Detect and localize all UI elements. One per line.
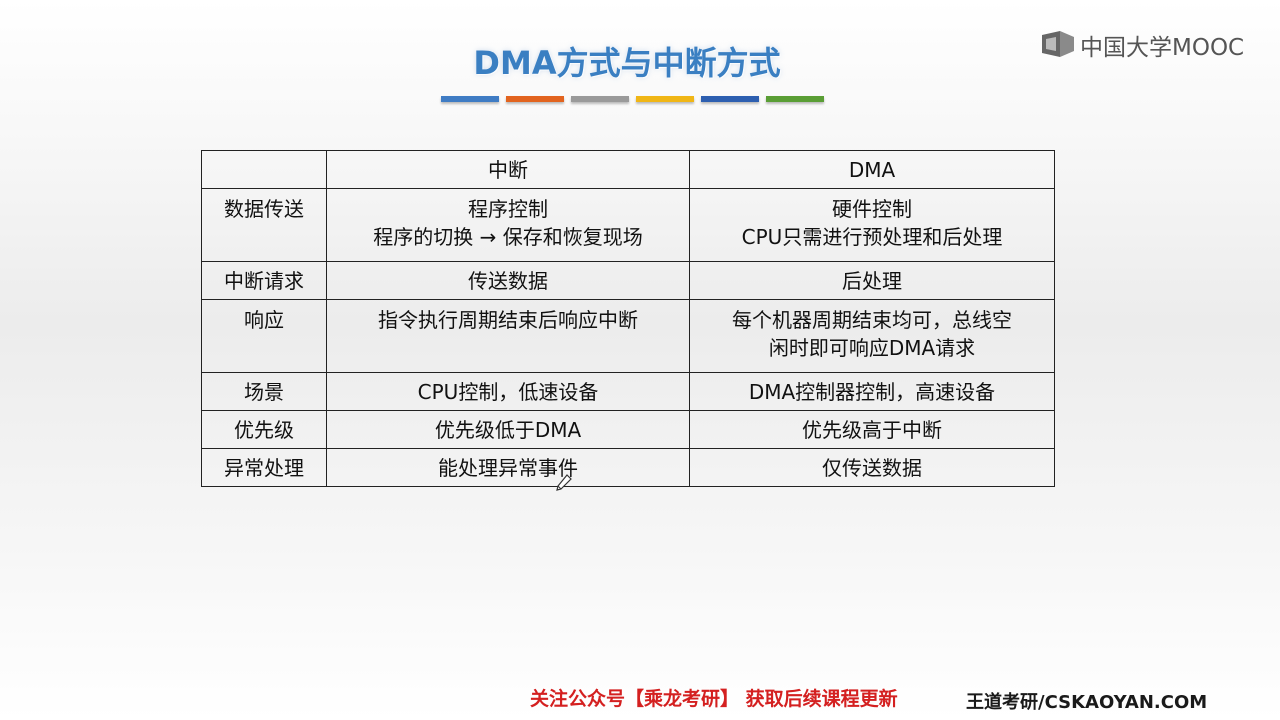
row-label: 响应 bbox=[201, 299, 327, 373]
row-label: 异常处理 bbox=[201, 448, 327, 487]
interrupt-cell: 程序控制 程序的切换 → 保存和恢复现场 bbox=[326, 188, 690, 262]
row-label-text: 数据传送 bbox=[224, 197, 304, 221]
row-label-text: 响应 bbox=[244, 308, 284, 332]
dma-cell: 优先级高于中断 bbox=[689, 410, 1055, 449]
table-row: 异常处理 能处理异常事件 仅传送数据 bbox=[201, 448, 1055, 487]
title-accent-bars bbox=[441, 96, 824, 102]
pen-cursor-icon bbox=[556, 474, 572, 496]
dma-cell: DMA控制器控制，高速设备 bbox=[689, 372, 1055, 411]
table-row: 场景 CPU控制，低速设备 DMA控制器控制，高速设备 bbox=[201, 372, 1055, 411]
footer-site-text: 王道考研/CSKAOYAN.COM bbox=[966, 692, 1208, 713]
cell-line: 指令执行周期结束后响应中断 bbox=[378, 308, 638, 332]
table-row: 响应 指令执行周期结束后响应中断 每个机器周期结束均可，总线空 闲时即可响应DM… bbox=[201, 299, 1055, 373]
cell-line: 程序控制 bbox=[468, 197, 548, 221]
cell-line: 硬件控制 bbox=[832, 197, 912, 221]
interrupt-cell: CPU控制，低速设备 bbox=[326, 372, 690, 411]
accent-bar bbox=[506, 96, 564, 102]
interrupt-cell: 指令执行周期结束后响应中断 bbox=[326, 299, 690, 373]
slide-title: DMA方式与中断方式 bbox=[473, 44, 781, 82]
interrupt-cell: 能处理异常事件 bbox=[326, 448, 690, 487]
row-label: 场景 bbox=[201, 372, 327, 411]
dma-cell: 硬件控制 CPU只需进行预处理和后处理 bbox=[689, 188, 1055, 262]
dma-cell: 每个机器周期结束均可，总线空 闲时即可响应DMA请求 bbox=[689, 299, 1055, 373]
comparison-table: 中断 DMA 数据传送 程序控制 程序的切换 → 保存和恢复现场 硬件控制 CP… bbox=[201, 150, 1055, 487]
cell-line: 闲时即可响应DMA请求 bbox=[768, 336, 976, 360]
cell-line: 每个机器周期结束均可，总线空 bbox=[732, 308, 1012, 332]
cell-line: CPU只需进行预处理和后处理 bbox=[741, 225, 1003, 249]
row-label: 中断请求 bbox=[201, 261, 327, 300]
accent-bar bbox=[441, 96, 499, 102]
header-cell-empty bbox=[201, 150, 327, 189]
dma-cell: 仅传送数据 bbox=[689, 448, 1055, 487]
dma-cell: 后处理 bbox=[689, 261, 1055, 300]
accent-bar bbox=[766, 96, 824, 102]
cell-line: 程序的切换 → 保存和恢复现场 bbox=[373, 225, 643, 249]
interrupt-cell: 优先级低于DMA bbox=[326, 410, 690, 449]
accent-bar bbox=[701, 96, 759, 102]
header-cell-dma: DMA bbox=[689, 150, 1055, 189]
footer-promo-text: 关注公众号【乘龙考研】 获取后续课程更新 bbox=[530, 688, 898, 710]
table-row: 数据传送 程序控制 程序的切换 → 保存和恢复现场 硬件控制 CPU只需进行预处… bbox=[201, 188, 1055, 262]
row-label: 数据传送 bbox=[201, 188, 327, 262]
accent-bar bbox=[636, 96, 694, 102]
table-row: 优先级 优先级低于DMA 优先级高于中断 bbox=[201, 410, 1055, 449]
row-label: 优先级 bbox=[201, 410, 327, 449]
table-header-row: 中断 DMA bbox=[201, 150, 1055, 189]
interrupt-cell: 传送数据 bbox=[326, 261, 690, 300]
header-cell-interrupt: 中断 bbox=[326, 150, 690, 189]
table-row: 中断请求 传送数据 后处理 bbox=[201, 261, 1055, 300]
accent-bar bbox=[571, 96, 629, 102]
